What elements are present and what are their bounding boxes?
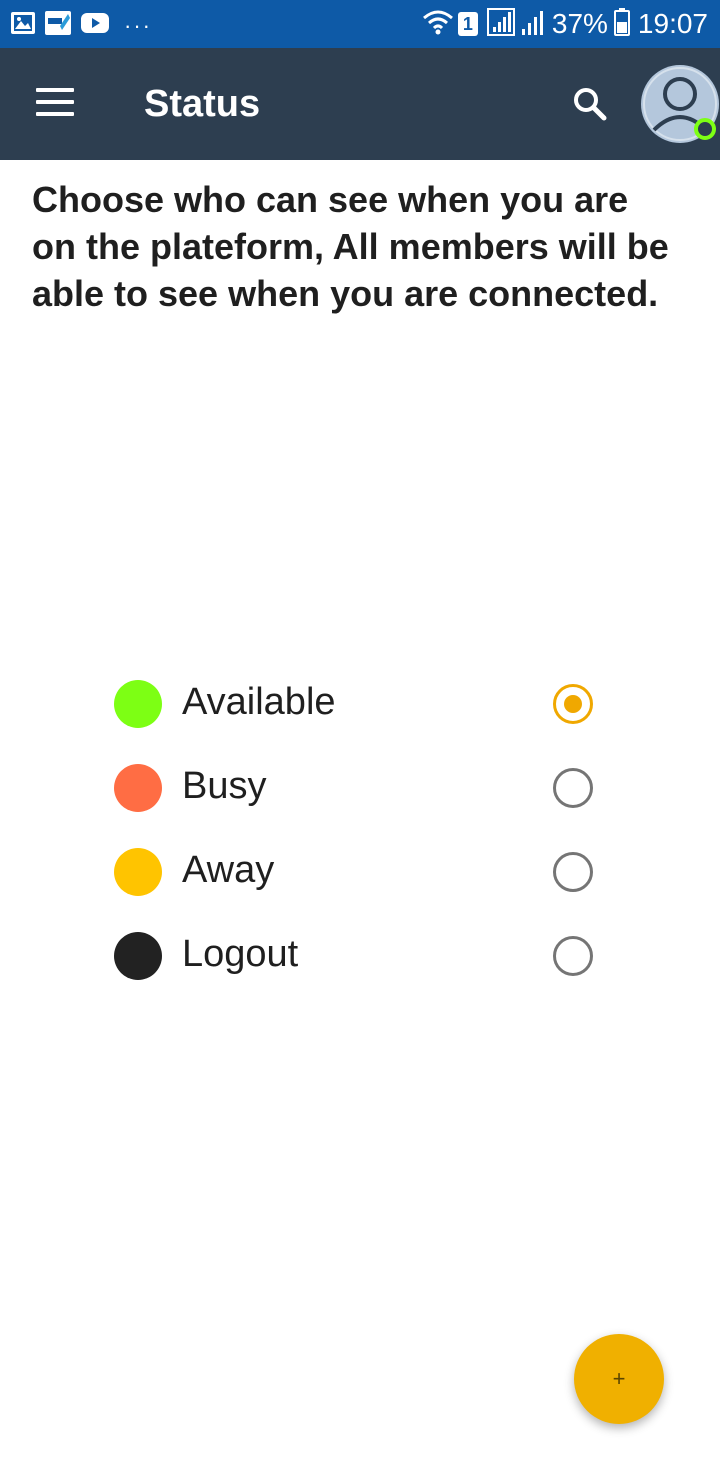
status-option-label: Logout xyxy=(182,933,299,975)
battery-percentage: 37% xyxy=(551,8,608,39)
status-option-logout[interactable]: Logout xyxy=(114,912,614,996)
status-option-label: Available xyxy=(182,681,336,723)
battery-icon xyxy=(613,7,630,41)
youtube-icon xyxy=(80,12,110,39)
app-toolbar: Status xyxy=(0,48,720,160)
status-color-dot xyxy=(114,932,162,980)
status-radio-busy[interactable] xyxy=(553,768,593,808)
online-status-indicator xyxy=(694,118,716,140)
system-indicators: 1 37% 19:07 xyxy=(422,6,708,42)
sim-slot-indicator: 1 xyxy=(457,12,478,36)
status-option-away[interactable]: Away xyxy=(114,828,614,912)
system-status-bar: ··· 1 37% 19:07 xyxy=(0,0,720,48)
status-option-label: Away xyxy=(182,849,275,891)
status-radio-available[interactable] xyxy=(553,684,593,724)
status-color-dot xyxy=(114,848,162,896)
status-option-busy[interactable]: Busy xyxy=(114,744,614,828)
signal-strength-icon-sim1 xyxy=(486,7,516,42)
status-option-label: Busy xyxy=(182,765,267,807)
status-radio-away[interactable] xyxy=(553,852,593,892)
hamburger-menu-icon[interactable] xyxy=(36,88,76,120)
page-title: Status xyxy=(144,83,261,125)
status-options-list: Available Busy Away Logout xyxy=(114,660,614,996)
floating-action-button[interactable]: + xyxy=(574,1334,664,1424)
clock: 19:07 xyxy=(637,8,708,39)
signal-strength-icon-sim2 xyxy=(520,7,546,42)
status-color-dot xyxy=(114,764,162,812)
status-radio-logout[interactable] xyxy=(553,936,593,976)
notification-icons: ··· xyxy=(10,10,152,41)
status-description: Choose who can see when you are on the p… xyxy=(32,179,669,314)
app-notification-icon xyxy=(44,10,72,41)
gallery-icon xyxy=(10,11,36,40)
wifi-icon xyxy=(422,8,454,41)
more-notifications-indicator: ··· xyxy=(124,12,152,38)
status-option-available[interactable]: Available xyxy=(114,660,614,744)
status-color-dot xyxy=(114,680,162,728)
search-icon[interactable] xyxy=(570,84,610,124)
